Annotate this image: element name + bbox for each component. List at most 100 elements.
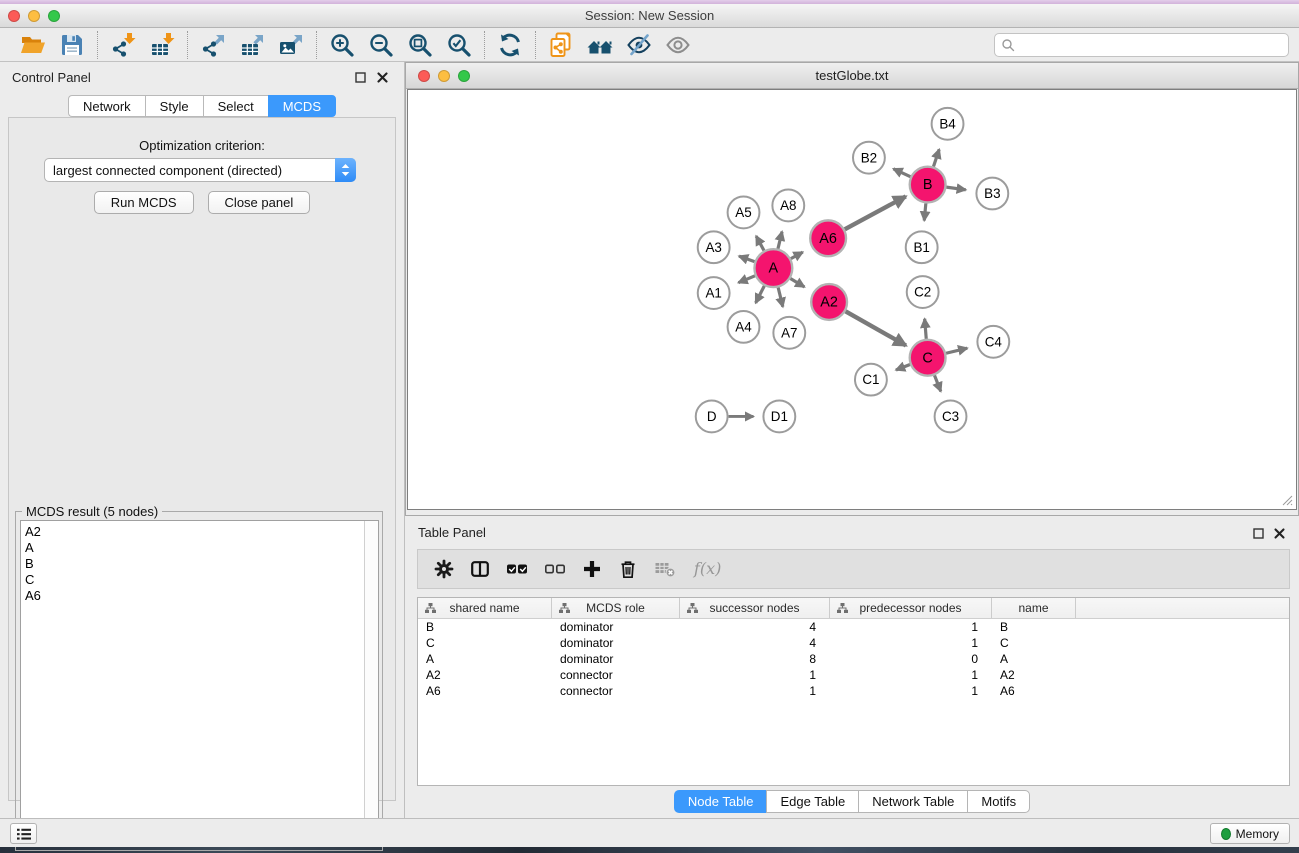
mcds-result-item[interactable]: B: [25, 556, 364, 572]
close-panel-icon[interactable]: [375, 70, 390, 85]
graph-node-B[interactable]: B: [910, 167, 946, 203]
show-columns-button[interactable]: [470, 557, 490, 581]
graph-node-C3[interactable]: C3: [935, 401, 967, 433]
table-row[interactable]: Cdominator41C: [418, 635, 1289, 651]
open-file-button[interactable]: [17, 31, 49, 59]
graph-edge-B-B1[interactable]: [924, 203, 926, 220]
zoom-fit-button[interactable]: [404, 31, 436, 59]
zoom-selected-button[interactable]: [443, 31, 475, 59]
tab-network-table[interactable]: Network Table: [858, 790, 967, 813]
hide-panels-button[interactable]: [623, 31, 655, 59]
table-row[interactable]: A6connector11A6: [418, 683, 1289, 699]
graph-edge-C-C3[interactable]: [935, 375, 941, 391]
graph-edge-A6-B[interactable]: [845, 196, 906, 229]
mcds-result-item[interactable]: A2: [25, 524, 364, 540]
criterion-dropdown[interactable]: largest connected component (directed): [44, 158, 356, 182]
deselect-all-columns-button[interactable]: [544, 557, 566, 581]
run-mcds-button[interactable]: Run MCDS: [94, 191, 194, 214]
float-table-panel-icon[interactable]: [1251, 526, 1266, 541]
graph-edge-B-B2[interactable]: [893, 169, 910, 177]
graph-edge-A-A8[interactable]: [778, 232, 782, 249]
column-header-predecessor-nodes[interactable]: predecessor nodes: [830, 598, 992, 618]
graph-node-D[interactable]: D: [696, 401, 728, 433]
graph-node-A3[interactable]: A3: [698, 231, 730, 263]
export-image-button[interactable]: [275, 31, 307, 59]
graph-edge-C-C2[interactable]: [925, 319, 927, 339]
resize-grip-icon[interactable]: [1281, 494, 1293, 506]
table-settings-button[interactable]: [434, 557, 454, 581]
graph-node-B2[interactable]: B2: [853, 142, 885, 174]
export-network-button[interactable]: [197, 31, 229, 59]
search-input[interactable]: [1019, 35, 1282, 55]
toolbar-group: [98, 31, 187, 59]
graph-node-A7[interactable]: A7: [773, 317, 805, 349]
add-column-button[interactable]: [582, 557, 602, 581]
graph-node-A1[interactable]: A1: [698, 277, 730, 309]
import-network-button[interactable]: [107, 31, 139, 59]
select-all-columns-button[interactable]: [506, 557, 528, 581]
network-canvas[interactable]: A A1 A2 A3 A4 A5 A6 A7 A8 B B1 B2 B3 B4 C C1 C2 C3 C4 D D1: [407, 89, 1297, 510]
mcds-result-item[interactable]: A: [25, 540, 364, 556]
column-header-shared-name[interactable]: shared name: [418, 598, 552, 618]
graph-node-C[interactable]: C: [910, 340, 946, 376]
save-session-button[interactable]: [56, 31, 88, 59]
tab-mcds[interactable]: MCDS: [268, 95, 336, 117]
graph-node-A2[interactable]: A2: [811, 284, 847, 320]
graph-edge-B-B4[interactable]: [934, 149, 940, 166]
zoom-out-button[interactable]: [365, 31, 397, 59]
graph-node-B3[interactable]: B3: [976, 178, 1008, 210]
graph-edge-A-A7[interactable]: [778, 287, 783, 306]
graph-node-A5[interactable]: A5: [728, 196, 760, 228]
export-table-button[interactable]: [236, 31, 268, 59]
result-list-scrollbar[interactable]: [364, 521, 378, 845]
graph-node-C1[interactable]: C1: [855, 364, 887, 396]
column-header-name[interactable]: name: [992, 598, 1076, 618]
graph-node-C2[interactable]: C2: [907, 276, 939, 308]
graph-node-C4[interactable]: C4: [977, 326, 1009, 358]
tab-network[interactable]: Network: [68, 95, 145, 117]
graph-node-D1[interactable]: D1: [763, 401, 795, 433]
table-row[interactable]: Adominator80A: [418, 651, 1289, 667]
graph-edge-A2-C[interactable]: [846, 311, 906, 345]
graph-edge-A-A4[interactable]: [756, 286, 765, 303]
home-button[interactable]: [584, 31, 616, 59]
search-box[interactable]: [994, 33, 1289, 57]
graph-edge-A-A3[interactable]: [739, 256, 755, 261]
column-header-mcds-role[interactable]: MCDS role: [552, 598, 680, 618]
refresh-layout-button[interactable]: [494, 31, 526, 59]
zoom-in-button[interactable]: [326, 31, 358, 59]
graph-edge-C-C4[interactable]: [946, 348, 967, 353]
tab-select[interactable]: Select: [203, 95, 268, 117]
tab-style[interactable]: Style: [145, 95, 203, 117]
close-table-panel-icon[interactable]: [1272, 526, 1287, 541]
tab-node-table[interactable]: Node Table: [674, 790, 767, 813]
import-table-button[interactable]: [146, 31, 178, 59]
export-table-icon: [239, 32, 265, 58]
graph-node-B1[interactable]: B1: [906, 231, 938, 263]
float-panel-icon[interactable]: [353, 70, 368, 85]
tab-motifs[interactable]: Motifs: [967, 790, 1030, 813]
column-header-successor-nodes[interactable]: successor nodes: [680, 598, 830, 618]
graph-edge-B-B3[interactable]: [946, 187, 965, 190]
mcds-panel: Optimization criterion: largest connecte…: [8, 117, 396, 801]
graph-edge-A-A5[interactable]: [756, 236, 764, 251]
graph-node-A8[interactable]: A8: [772, 190, 804, 222]
graph-edge-A-A2[interactable]: [790, 279, 804, 287]
graph-node-A[interactable]: A: [754, 249, 792, 287]
table-row[interactable]: Bdominator41B: [418, 619, 1289, 635]
memory-button[interactable]: Memory: [1210, 823, 1290, 844]
mcds-result-item[interactable]: C: [25, 572, 364, 588]
delete-column-button[interactable]: [618, 557, 638, 581]
graph-node-A4[interactable]: A4: [728, 311, 760, 343]
graph-edge-A-A1[interactable]: [738, 276, 755, 283]
table-row[interactable]: A2connector11A2: [418, 667, 1289, 683]
mcds-result-item[interactable]: A6: [25, 588, 364, 604]
graph-edge-C-C1[interactable]: [896, 364, 910, 369]
graph-node-B4[interactable]: B4: [932, 108, 964, 140]
task-history-button[interactable]: [10, 823, 37, 844]
tab-edge-table[interactable]: Edge Table: [766, 790, 858, 813]
graph-node-A6[interactable]: A6: [810, 220, 846, 256]
close-panel-button[interactable]: Close panel: [208, 191, 311, 214]
clone-network-button[interactable]: [545, 31, 577, 59]
graph-edge-A-A6[interactable]: [791, 252, 803, 258]
